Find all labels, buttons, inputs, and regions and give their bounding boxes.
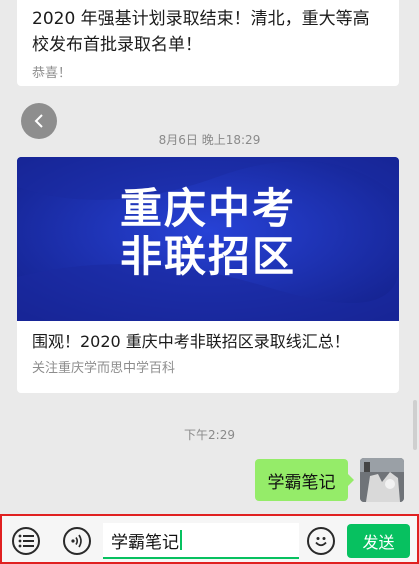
text-caret [180, 530, 182, 550]
message-input-value: 学霸笔记 [111, 532, 179, 553]
article-description: 恭喜！ [32, 66, 72, 81]
avatar-image [360, 458, 404, 502]
message-timestamp: 8月6日 晚上18:29 [158, 133, 261, 147]
chat-area: 2020 年强基计划录取结束！清北，重大等高校发布首批录取名单！ 恭喜！ 8月6… [0, 0, 419, 510]
list-icon [18, 534, 34, 548]
voice-input-button[interactable] [63, 527, 91, 555]
chevron-left-icon [34, 114, 43, 128]
article-banner-image: 重庆中考 非联招区 [17, 157, 399, 321]
message-input-bar: 学霸笔记 发送 [0, 514, 419, 564]
voice-icon [71, 534, 82, 548]
message-input[interactable]: 学霸笔记 [103, 523, 299, 559]
avatar[interactable] [360, 458, 404, 502]
more-options-button[interactable] [12, 527, 40, 555]
sent-message-bubble[interactable]: 学霸笔记 [255, 459, 354, 501]
message-timestamp: 下午2:29 [184, 428, 235, 442]
article-card[interactable]: 2020 年强基计划录取结束！清北，重大等高校发布首批录取名单！ 恭喜！ [17, 0, 399, 86]
article-card[interactable]: 重庆中考 非联招区 围观！2020 重庆中考非联招区录取线汇总！ 关注重庆学而思… [17, 157, 399, 393]
scrollbar[interactable] [413, 400, 417, 450]
article-title: 2020 年强基计划录取结束！清北，重大等高校发布首批录取名单！ [32, 9, 370, 55]
article-title: 围观！2020 重庆中考非联招区录取线汇总！ [32, 332, 350, 351]
send-button[interactable]: 发送 [347, 524, 410, 558]
article-description: 关注重庆学而思中学百科 [32, 361, 176, 376]
emoji-icon [315, 537, 327, 547]
banner-text-line: 非联招区 [119, 232, 296, 281]
emoji-button[interactable] [307, 527, 335, 555]
